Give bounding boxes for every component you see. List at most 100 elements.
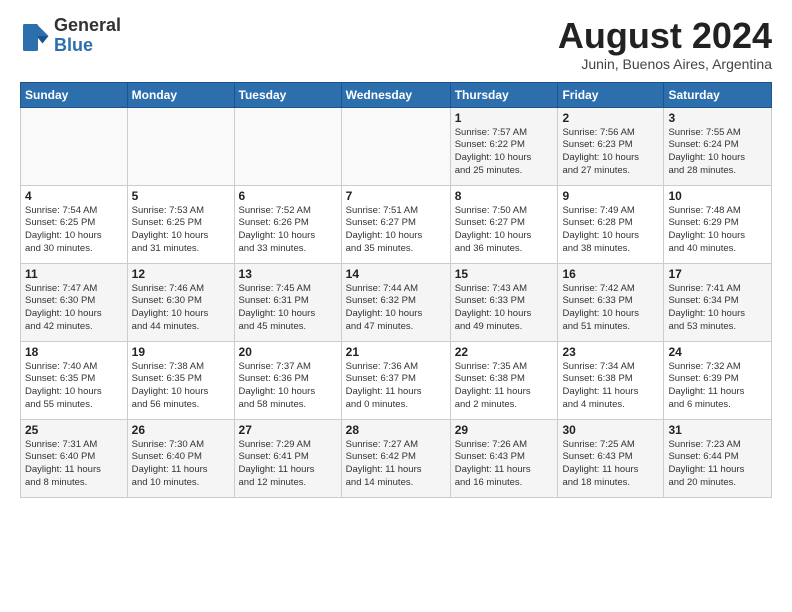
day-info: Sunrise: 7:40 AM Sunset: 6:35 PM Dayligh…	[25, 361, 123, 412]
calendar-cell: 30 Sunrise: 7:25 AM Sunset: 6:43 PM Dayli…	[558, 419, 664, 497]
day-info: Sunrise: 7:32 AM Sunset: 6:39 PM Dayligh…	[668, 361, 767, 412]
calendar-cell	[21, 107, 128, 185]
day-info: Sunrise: 7:46 AM Sunset: 6:30 PM Dayligh…	[132, 283, 230, 334]
calendar-cell: 4Sunrise: 7:54 AM Sunset: 6:25 PM Daylig…	[21, 185, 128, 263]
month-year: August 2024	[558, 16, 772, 56]
day-header-saturday: Saturday	[664, 82, 772, 107]
day-info: Sunrise: 7:49 AM Sunset: 6:28 PM Dayligh…	[562, 205, 659, 256]
day-number: 6	[239, 189, 337, 203]
day-info: Sunrise: 7:51 AM Sunset: 6:27 PM Dayligh…	[346, 205, 446, 256]
calendar-week-1: 1 Sunrise: 7:57 AM Sunset: 6:22 PM Daylig…	[21, 107, 772, 185]
calendar-cell: 5 Sunrise: 7:53 AM Sunset: 6:25 PM Daylig…	[127, 185, 234, 263]
day-header-thursday: Thursday	[450, 82, 558, 107]
day-number: 30	[562, 423, 659, 437]
day-header-sunday: Sunday	[21, 82, 128, 107]
calendar-week-5: 25Sunrise: 7:31 AM Sunset: 6:40 PM Dayli…	[21, 419, 772, 497]
day-header-friday: Friday	[558, 82, 664, 107]
day-number: 22	[455, 345, 554, 359]
day-info: Sunrise: 7:50 AM Sunset: 6:27 PM Dayligh…	[455, 205, 554, 256]
calendar-cell	[127, 107, 234, 185]
calendar-cell: 15 Sunrise: 7:43 AM Sunset: 6:33 PM Dayli…	[450, 263, 558, 341]
day-number: 2	[562, 111, 659, 125]
logo: General Blue	[20, 16, 121, 56]
day-number: 14	[346, 267, 446, 281]
calendar-cell: 22 Sunrise: 7:35 AM Sunset: 6:38 PM Dayli…	[450, 341, 558, 419]
calendar-cell: 18Sunrise: 7:40 AM Sunset: 6:35 PM Dayli…	[21, 341, 128, 419]
calendar-cell: 27Sunrise: 7:29 AM Sunset: 6:41 PM Dayli…	[234, 419, 341, 497]
day-header-monday: Monday	[127, 82, 234, 107]
calendar-cell: 10 Sunrise: 7:48 AM Sunset: 6:29 PM Dayli…	[664, 185, 772, 263]
page: General Blue August 2024 Junin, Buenos A…	[0, 0, 792, 508]
calendar-cell: 14 Sunrise: 7:44 AM Sunset: 6:32 PM Dayli…	[341, 263, 450, 341]
day-info: Sunrise: 7:48 AM Sunset: 6:29 PM Dayligh…	[668, 205, 767, 256]
day-info: Sunrise: 7:35 AM Sunset: 6:38 PM Dayligh…	[455, 361, 554, 412]
calendar-cell: 16Sunrise: 7:42 AM Sunset: 6:33 PM Dayli…	[558, 263, 664, 341]
day-number: 29	[455, 423, 554, 437]
day-info: Sunrise: 7:54 AM Sunset: 6:25 PM Dayligh…	[25, 205, 123, 256]
day-info: Sunrise: 7:45 AM Sunset: 6:31 PM Dayligh…	[239, 283, 337, 334]
calendar-cell: 12Sunrise: 7:46 AM Sunset: 6:30 PM Dayli…	[127, 263, 234, 341]
calendar-cell: 20Sunrise: 7:37 AM Sunset: 6:36 PM Dayli…	[234, 341, 341, 419]
day-info: Sunrise: 7:53 AM Sunset: 6:25 PM Dayligh…	[132, 205, 230, 256]
day-header-tuesday: Tuesday	[234, 82, 341, 107]
calendar-cell: 17 Sunrise: 7:41 AM Sunset: 6:34 PM Dayli…	[664, 263, 772, 341]
calendar-cell: 13 Sunrise: 7:45 AM Sunset: 6:31 PM Dayli…	[234, 263, 341, 341]
logo-line1: General	[54, 16, 121, 36]
day-info: Sunrise: 7:55 AM Sunset: 6:24 PM Dayligh…	[668, 127, 767, 178]
calendar-body: 1 Sunrise: 7:57 AM Sunset: 6:22 PM Daylig…	[21, 107, 772, 497]
day-info: Sunrise: 7:56 AM Sunset: 6:23 PM Dayligh…	[562, 127, 659, 178]
calendar-cell: 31Sunrise: 7:23 AM Sunset: 6:44 PM Dayli…	[664, 419, 772, 497]
calendar-cell: 3 Sunrise: 7:55 AM Sunset: 6:24 PM Daylig…	[664, 107, 772, 185]
title-block: August 2024 Junin, Buenos Aires, Argenti…	[558, 16, 772, 72]
logo-text: General Blue	[54, 16, 121, 56]
day-number: 23	[562, 345, 659, 359]
day-info: Sunrise: 7:30 AM Sunset: 6:40 PM Dayligh…	[132, 439, 230, 490]
day-info: Sunrise: 7:47 AM Sunset: 6:30 PM Dayligh…	[25, 283, 123, 334]
calendar-cell	[234, 107, 341, 185]
day-number: 9	[562, 189, 659, 203]
day-number: 25	[25, 423, 123, 437]
day-info: Sunrise: 7:26 AM Sunset: 6:43 PM Dayligh…	[455, 439, 554, 490]
day-number: 8	[455, 189, 554, 203]
day-number: 31	[668, 423, 767, 437]
day-number: 13	[239, 267, 337, 281]
day-number: 24	[668, 345, 767, 359]
calendar-week-4: 18Sunrise: 7:40 AM Sunset: 6:35 PM Dayli…	[21, 341, 772, 419]
calendar-cell: 24 Sunrise: 7:32 AM Sunset: 6:39 PM Dayli…	[664, 341, 772, 419]
calendar-cell: 8 Sunrise: 7:50 AM Sunset: 6:27 PM Daylig…	[450, 185, 558, 263]
day-number: 5	[132, 189, 230, 203]
logo-line2: Blue	[54, 36, 121, 56]
calendar-cell: 21Sunrise: 7:36 AM Sunset: 6:37 PM Dayli…	[341, 341, 450, 419]
day-info: Sunrise: 7:42 AM Sunset: 6:33 PM Dayligh…	[562, 283, 659, 334]
day-info: Sunrise: 7:57 AM Sunset: 6:22 PM Dayligh…	[455, 127, 554, 178]
day-info: Sunrise: 7:43 AM Sunset: 6:33 PM Dayligh…	[455, 283, 554, 334]
day-number: 17	[668, 267, 767, 281]
day-info: Sunrise: 7:34 AM Sunset: 6:38 PM Dayligh…	[562, 361, 659, 412]
day-number: 28	[346, 423, 446, 437]
header-row: SundayMondayTuesdayWednesdayThursdayFrid…	[21, 82, 772, 107]
location: Junin, Buenos Aires, Argentina	[558, 56, 772, 72]
day-info: Sunrise: 7:25 AM Sunset: 6:43 PM Dayligh…	[562, 439, 659, 490]
calendar-cell: 23 Sunrise: 7:34 AM Sunset: 6:38 PM Dayli…	[558, 341, 664, 419]
calendar-cell: 29 Sunrise: 7:26 AM Sunset: 6:43 PM Dayli…	[450, 419, 558, 497]
day-number: 1	[455, 111, 554, 125]
day-info: Sunrise: 7:27 AM Sunset: 6:42 PM Dayligh…	[346, 439, 446, 490]
calendar-cell: 1 Sunrise: 7:57 AM Sunset: 6:22 PM Daylig…	[450, 107, 558, 185]
day-number: 21	[346, 345, 446, 359]
day-info: Sunrise: 7:41 AM Sunset: 6:34 PM Dayligh…	[668, 283, 767, 334]
day-number: 15	[455, 267, 554, 281]
calendar-cell: 9 Sunrise: 7:49 AM Sunset: 6:28 PM Daylig…	[558, 185, 664, 263]
day-info: Sunrise: 7:44 AM Sunset: 6:32 PM Dayligh…	[346, 283, 446, 334]
day-number: 19	[132, 345, 230, 359]
calendar-week-2: 4Sunrise: 7:54 AM Sunset: 6:25 PM Daylig…	[21, 185, 772, 263]
day-number: 3	[668, 111, 767, 125]
calendar-cell	[341, 107, 450, 185]
calendar-week-3: 11 Sunrise: 7:47 AM Sunset: 6:30 PM Dayli…	[21, 263, 772, 341]
calendar-table: SundayMondayTuesdayWednesdayThursdayFrid…	[20, 82, 772, 498]
day-number: 11	[25, 267, 123, 281]
day-info: Sunrise: 7:37 AM Sunset: 6:36 PM Dayligh…	[239, 361, 337, 412]
logo-icon	[20, 21, 50, 51]
day-header-wednesday: Wednesday	[341, 82, 450, 107]
day-number: 10	[668, 189, 767, 203]
calendar-cell: 28 Sunrise: 7:27 AM Sunset: 6:42 PM Dayli…	[341, 419, 450, 497]
